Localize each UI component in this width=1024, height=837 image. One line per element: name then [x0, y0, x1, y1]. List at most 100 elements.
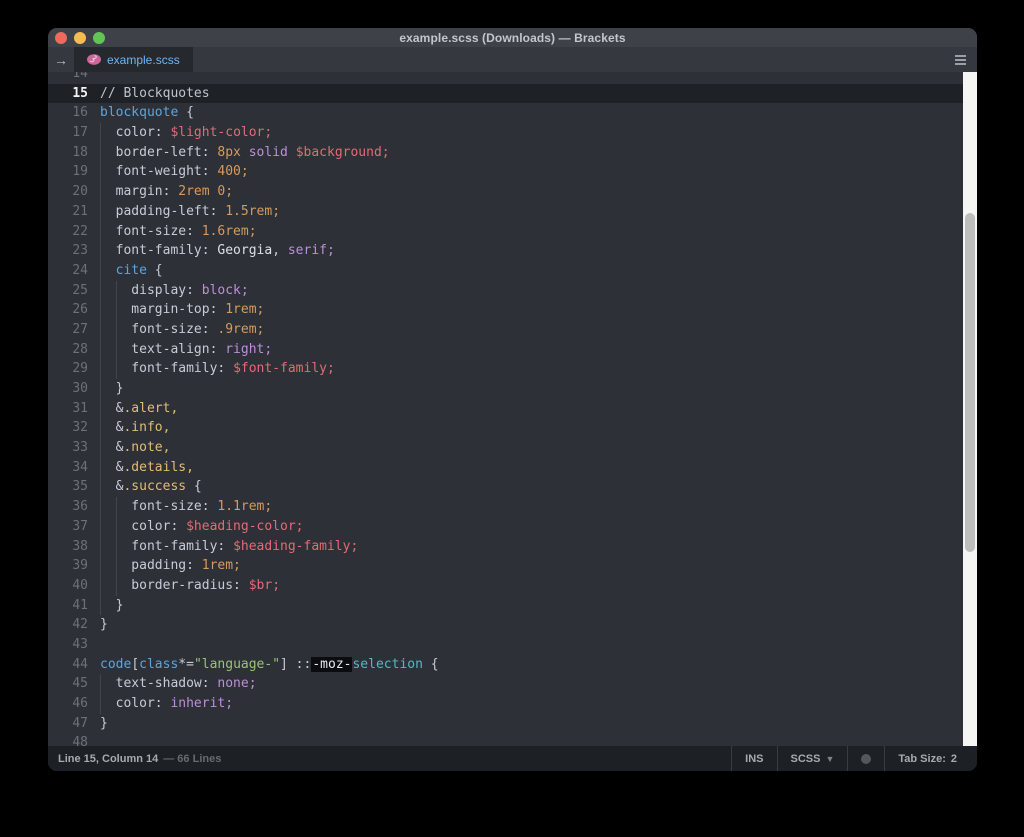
code-line[interactable]: 26 margin-top: 1rem;	[48, 300, 977, 320]
line-number[interactable]: 39	[48, 556, 94, 576]
code-line[interactable]: 31 &.alert,	[48, 399, 977, 419]
scrollbar-track[interactable]	[963, 72, 977, 746]
code-line[interactable]: 46 color: inherit;	[48, 694, 977, 714]
line-number[interactable]: 31	[48, 399, 94, 419]
code-line[interactable]: 15// Blockquotes	[48, 84, 977, 104]
line-number[interactable]: 40	[48, 576, 94, 596]
line-number[interactable]: 23	[48, 241, 94, 261]
indent-guide	[116, 300, 117, 320]
line-number[interactable]: 45	[48, 674, 94, 694]
code-line[interactable]: 48	[48, 733, 977, 746]
token-p: {	[178, 105, 194, 120]
code-line[interactable]: 27 font-size: .9rem;	[48, 320, 977, 340]
code-line[interactable]: 23 font-family: Georgia, serif;	[48, 241, 977, 261]
indent-guide	[100, 320, 101, 340]
line-number[interactable]: 29	[48, 359, 94, 379]
token-p: font-family:	[100, 539, 233, 554]
code-line[interactable]: 17 color: $light-color;	[48, 123, 977, 143]
close-button[interactable]	[55, 32, 67, 44]
insert-mode-toggle[interactable]: INS	[731, 746, 776, 771]
line-number[interactable]: 26	[48, 300, 94, 320]
language-selector[interactable]: SCSS ▼	[777, 746, 848, 771]
line-number[interactable]: 17	[48, 123, 94, 143]
line-number[interactable]: 21	[48, 202, 94, 222]
token-p: }	[100, 381, 123, 396]
code-line[interactable]: 40 border-radius: $br;	[48, 576, 977, 596]
line-number[interactable]: 28	[48, 340, 94, 360]
code-line[interactable]: 30 }	[48, 379, 977, 399]
token-p: border-radius:	[100, 578, 249, 593]
code-line[interactable]: 41 }	[48, 596, 977, 616]
line-number[interactable]: 38	[48, 537, 94, 557]
token-var: $br;	[249, 578, 280, 593]
token-p: font-size:	[100, 224, 202, 239]
code-line[interactable]: 32 &.info,	[48, 418, 977, 438]
health-indicator[interactable]	[847, 746, 884, 771]
code-line[interactable]: 29 font-family: $font-family;	[48, 359, 977, 379]
code-text: &.info,	[100, 418, 977, 438]
line-number[interactable]: 42	[48, 615, 94, 635]
code-line[interactable]: 22 font-size: 1.6rem;	[48, 222, 977, 242]
code-line[interactable]: 39 padding: 1rem;	[48, 556, 977, 576]
line-number[interactable]: 25	[48, 281, 94, 301]
line-number[interactable]: 43	[48, 635, 94, 655]
scrollbar-thumb[interactable]	[965, 213, 975, 552]
code-line[interactable]: 16 blockquote {	[48, 103, 977, 123]
code-text: color: inherit;	[100, 694, 977, 714]
line-number[interactable]: 44	[48, 655, 94, 675]
line-number[interactable]: 27	[48, 320, 94, 340]
code-line[interactable]: 44code[class*="language-"] ::-moz-select…	[48, 655, 977, 675]
indent-guide	[100, 477, 101, 497]
zoom-button[interactable]	[93, 32, 105, 44]
line-number[interactable]: 30	[48, 379, 94, 399]
line-number[interactable]: 41	[48, 596, 94, 616]
line-number[interactable]: 22	[48, 222, 94, 242]
code-line[interactable]: 36 font-size: 1.1rem;	[48, 497, 977, 517]
editor-pane[interactable]: 1415// Blockquotes16blockquote {17 color…	[48, 72, 977, 746]
code-text: blockquote {	[100, 103, 977, 123]
code-line[interactable]: 14	[48, 72, 977, 84]
code-line[interactable]: 28 text-align: right;	[48, 340, 977, 360]
code-line[interactable]: 18 border-left: 8px solid $background;	[48, 143, 977, 163]
code-line[interactable]: 34 &.details,	[48, 458, 977, 478]
code-line[interactable]: 33 &.note,	[48, 438, 977, 458]
minimize-button[interactable]	[74, 32, 86, 44]
tab-size-setting[interactable]: Tab Size: 2	[884, 746, 970, 771]
title-bar[interactable]: example.scss (Downloads) — Brackets	[48, 28, 977, 47]
line-number[interactable]: 48	[48, 733, 94, 746]
code-line[interactable]: 25 display: block;	[48, 281, 977, 301]
code-line[interactable]: 19 font-weight: 400;	[48, 162, 977, 182]
line-number[interactable]: 16	[48, 103, 94, 123]
indent-guide	[100, 694, 101, 714]
cursor-status: Line 15, Column 14 — 66 Lines	[48, 753, 221, 765]
line-number[interactable]: 19	[48, 162, 94, 182]
line-number[interactable]: 14	[48, 72, 94, 84]
line-number[interactable]: 24	[48, 261, 94, 281]
code-line[interactable]: 21 padding-left: 1.5rem;	[48, 202, 977, 222]
line-number[interactable]: 32	[48, 418, 94, 438]
line-number[interactable]: 36	[48, 497, 94, 517]
code-line[interactable]: 37 color: $heading-color;	[48, 517, 977, 537]
code-line[interactable]: 24 cite {	[48, 261, 977, 281]
line-number[interactable]: 33	[48, 438, 94, 458]
working-files-menu-button[interactable]	[955, 47, 977, 72]
sidebar-toggle-arrow-icon[interactable]: →	[48, 47, 74, 72]
line-number[interactable]: 46	[48, 694, 94, 714]
tab-example-scss[interactable]: example.scss	[74, 47, 193, 72]
code-line[interactable]: 20 margin: 2rem 0;	[48, 182, 977, 202]
line-number[interactable]: 18	[48, 143, 94, 163]
line-number[interactable]: 34	[48, 458, 94, 478]
line-number[interactable]: 35	[48, 477, 94, 497]
window-title: example.scss (Downloads) — Brackets	[399, 31, 625, 45]
line-number[interactable]: 47	[48, 714, 94, 734]
line-number[interactable]: 15	[48, 84, 94, 104]
code-line[interactable]: 38 font-family: $heading-family;	[48, 537, 977, 557]
code-line[interactable]: 45 text-shadow: none;	[48, 674, 977, 694]
line-number[interactable]: 37	[48, 517, 94, 537]
code-line[interactable]: 35 &.success {	[48, 477, 977, 497]
code-line[interactable]: 42}	[48, 615, 977, 635]
token-p: color:	[100, 519, 186, 534]
code-line[interactable]: 43	[48, 635, 977, 655]
code-line[interactable]: 47}	[48, 714, 977, 734]
line-number[interactable]: 20	[48, 182, 94, 202]
